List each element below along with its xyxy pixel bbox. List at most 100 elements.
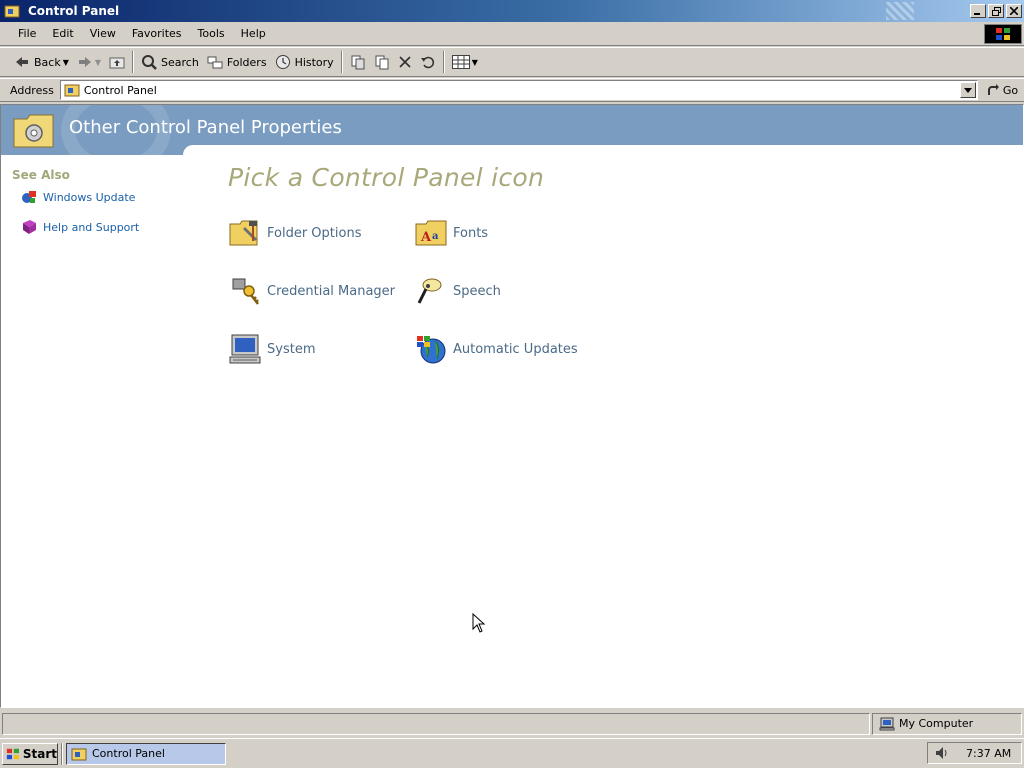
windows-logo <box>984 24 1022 44</box>
item-credential-manager[interactable]: Credential Manager <box>229 275 395 307</box>
status-zone-pane: My Computer <box>872 712 1022 735</box>
toolbar-separator <box>442 51 445 73</box>
main-title: Pick a Control Panel icon <box>228 163 545 192</box>
folders-icon <box>207 56 223 69</box>
control-panel-icon <box>64 84 80 97</box>
windows-flag-icon <box>6 748 19 759</box>
restore-button[interactable] <box>988 4 1004 18</box>
up-button[interactable] <box>105 50 129 74</box>
forward-button[interactable]: ▼ <box>73 50 105 74</box>
move-to-button[interactable] <box>346 50 370 74</box>
copy-to-icon <box>375 55 389 70</box>
control-panel-icon <box>4 5 20 18</box>
address-input[interactable]: Control Panel <box>59 80 978 100</box>
taskbar-task-label: Control Panel <box>92 747 165 760</box>
see-also-pane: See Also Windows Update Help and Support <box>1 155 183 707</box>
folders-label: Folders <box>226 55 267 69</box>
status-zone-label: My Computer <box>899 717 974 730</box>
go-button[interactable]: Go <box>986 83 1018 97</box>
automatic-updates-label: Automatic Updates <box>453 341 578 357</box>
menu-help[interactable]: Help <box>233 24 274 44</box>
item-folder-options[interactable]: Folder Options <box>229 217 361 249</box>
forward-arrow-icon <box>78 57 91 67</box>
item-automatic-updates[interactable]: Automatic Updates <box>415 333 578 365</box>
see-also-windows-update[interactable]: Windows Update <box>21 189 135 205</box>
content-area: Other Control Panel Properties See Also … <box>0 104 1024 708</box>
back-dropdown-icon[interactable]: ▼ <box>63 58 69 67</box>
speech-label: Speech <box>453 283 501 299</box>
taskbar-separator <box>61 742 63 765</box>
move-to-icon <box>351 55 365 70</box>
minimize-icon <box>974 13 980 15</box>
svg-text:a: a <box>432 231 439 242</box>
help-book-icon <box>23 220 36 234</box>
search-icon <box>142 55 157 70</box>
toolbar-separator <box>132 51 135 73</box>
key-icon <box>232 278 259 305</box>
folders-button[interactable]: Folders <box>203 50 271 74</box>
start-button[interactable]: Start <box>2 742 58 765</box>
address-value: Control Panel <box>83 83 157 97</box>
help-and-support-label: Help and Support <box>43 220 140 234</box>
system-label: System <box>267 341 316 357</box>
see-also-help-and-support[interactable]: Help and Support <box>21 219 139 235</box>
start-label: Start <box>22 746 57 761</box>
status-main-pane <box>2 712 870 735</box>
window-title: Control Panel <box>28 4 120 18</box>
standard-toolbar: Back ▼ ▼ Search Folders History ▼ <box>0 47 1024 77</box>
address-label: Address <box>10 83 54 97</box>
fonts-folder-icon: A a <box>415 220 447 246</box>
restore-icon <box>991 6 1001 16</box>
svg-text:A: A <box>420 230 432 245</box>
delete-button[interactable] <box>394 50 416 74</box>
control-panel-icon <box>71 748 87 760</box>
toolbar-separator <box>340 51 343 73</box>
menu-bar: File Edit View Favorites Tools Help <box>0 22 1024 46</box>
clock[interactable]: 7:37 AM <box>966 747 1011 760</box>
back-arrow-icon <box>16 57 28 67</box>
undo-button[interactable] <box>416 50 440 74</box>
back-label: Back <box>34 55 61 69</box>
close-icon <box>1010 7 1018 15</box>
menu-edit[interactable]: Edit <box>44 24 81 44</box>
fonts-label: Fonts <box>453 225 489 241</box>
views-dropdown-icon[interactable]: ▼ <box>472 58 478 67</box>
title-bar[interactable]: Control Panel <box>0 0 1024 22</box>
control-panel-folder-icon <box>13 114 54 148</box>
back-button[interactable]: Back ▼ <box>10 50 73 74</box>
copy-to-button[interactable] <box>370 50 394 74</box>
item-fonts[interactable]: A a Fonts <box>415 217 488 249</box>
undo-icon <box>420 56 434 69</box>
menu-view[interactable]: View <box>82 24 124 44</box>
go-label: Go <box>1002 83 1019 97</box>
see-also-heading: See Also <box>12 168 70 182</box>
taskbar-control-panel-button[interactable]: Control Panel <box>66 742 226 765</box>
item-speech[interactable]: Speech <box>415 275 501 307</box>
forward-dropdown-icon[interactable]: ▼ <box>95 58 101 67</box>
minimize-button[interactable] <box>970 4 986 18</box>
status-bar: My Computer <box>0 710 1024 737</box>
windows-update-icon <box>22 191 36 203</box>
system-tray: 7:37 AM <box>927 742 1022 764</box>
banner-edge <box>183 145 1023 155</box>
taskbar: Start Control Panel 7:37 AM <box>0 738 1024 768</box>
globe-update-icon <box>417 336 446 364</box>
computer-icon <box>229 334 261 364</box>
address-dropdown-button[interactable] <box>959 82 976 98</box>
search-label: Search <box>161 55 199 69</box>
go-arrow-icon <box>987 84 999 95</box>
history-label: History <box>294 55 334 69</box>
credential-manager-label: Credential Manager <box>267 283 396 299</box>
item-system[interactable]: System <box>229 333 315 365</box>
views-button[interactable]: ▼ <box>448 50 482 74</box>
search-button[interactable]: Search <box>137 50 203 74</box>
close-button[interactable] <box>1006 4 1022 18</box>
menu-file[interactable]: File <box>10 24 44 44</box>
volume-icon[interactable] <box>934 745 950 761</box>
title-decoration <box>886 2 914 20</box>
folder-options-icon <box>229 220 258 246</box>
menu-tools[interactable]: Tools <box>190 24 233 44</box>
menu-favorites[interactable]: Favorites <box>124 24 190 44</box>
history-button[interactable]: History <box>271 50 338 74</box>
history-icon <box>275 55 290 69</box>
